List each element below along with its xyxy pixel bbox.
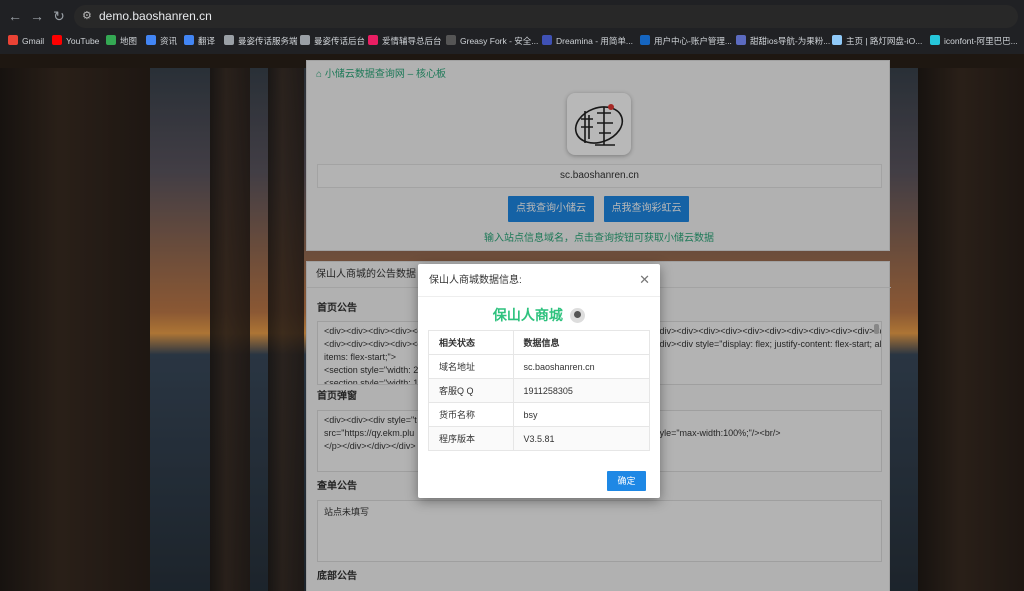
bookmark-label: YouTube <box>66 36 100 46</box>
bookmark-item[interactable]: 曼姿传话后台 <box>300 33 365 49</box>
column-header: 相关状态 <box>428 330 514 355</box>
row-label: 客服Q Q <box>428 378 514 403</box>
bookmark-favicon-icon <box>930 35 940 45</box>
address-row: ← → ↻ ⚙ demo.baoshanren.cn <box>0 2 1024 29</box>
bookmark-item[interactable]: YouTube <box>52 33 99 49</box>
bookmark-label: 主页 | 路灯网盘-iO... <box>846 36 923 46</box>
bookmark-label: 爱情辅导总后台 <box>382 36 442 46</box>
bookmark-label: 资讯 <box>160 36 178 46</box>
bookmark-favicon-icon <box>8 35 18 45</box>
table-row: 程序版本 V3.5.81 <box>428 426 651 451</box>
bookmark-favicon-icon <box>368 35 378 45</box>
bookmark-item[interactable]: 资讯 <box>146 33 177 49</box>
bookmark-label: Gmail <box>22 36 45 46</box>
bookmark-label: iconfont-阿里巴巴... <box>944 36 1018 46</box>
bookmark-favicon-icon <box>106 35 116 45</box>
column-header: 数据信息 <box>512 330 651 355</box>
bookmark-favicon-icon <box>184 35 194 45</box>
row-value: bsy <box>512 402 651 427</box>
table-row: 客服Q Q 1911258305 <box>428 378 651 403</box>
address-bar[interactable]: ⚙ demo.baoshanren.cn <box>74 5 1018 28</box>
store-heading: 保山人商城 <box>418 306 660 324</box>
bookmark-favicon-icon <box>736 35 746 45</box>
bookmark-label: 曼姿传话服务端 <box>238 36 298 46</box>
row-value: 1911258305 <box>512 378 651 403</box>
bookmarks-bar: Gmail YouTube 地图 资讯 翻译 曼姿传话服务端 曼姿传话后台 爱情辅导总后台 Gr… <box>0 30 1024 52</box>
back-arrow-icon[interactable]: ← <box>6 7 24 25</box>
table-header-row: 相关状态 数据信息 <box>428 330 651 355</box>
bookmark-favicon-icon <box>146 35 156 45</box>
table-row: 货币名称 bsy <box>428 402 651 427</box>
bookmark-item[interactable]: Dreamina - 用简单... <box>542 33 633 49</box>
bookmark-favicon-icon <box>832 35 842 45</box>
bookmark-item[interactable]: Greasy Fork - 安全... <box>446 33 538 49</box>
row-value: sc.baoshanren.cn <box>512 354 651 379</box>
bookmark-favicon-icon <box>640 35 650 45</box>
site-info-icon[interactable]: ⚙ <box>82 10 95 23</box>
row-value: V3.5.81 <box>512 426 651 451</box>
browser-chrome: ← → ↻ ⚙ demo.baoshanren.cn Gmail YouTube 地… <box>0 0 1024 54</box>
bookmark-label: 地图 <box>120 36 138 46</box>
url-text[interactable]: demo.baoshanren.cn <box>99 9 212 24</box>
row-label: 程序版本 <box>428 426 514 451</box>
bookmark-favicon-icon <box>224 35 234 45</box>
close-icon[interactable]: ✕ <box>639 273 650 287</box>
bookmark-item[interactable]: 地图 <box>106 33 137 49</box>
store-name: 保山人商城 <box>492 307 563 323</box>
bookmark-item[interactable]: Gmail <box>8 33 44 49</box>
bookmark-item[interactable]: 曼姿传话服务端 <box>224 33 298 49</box>
bookmark-favicon-icon <box>52 35 62 45</box>
store-info-modal: 保山人商城数据信息: ✕ 保山人商城 相关状态 数据信息 域名地址 sc.bao… <box>418 264 660 498</box>
avatar <box>570 307 586 323</box>
reload-icon[interactable]: ↻ <box>50 7 68 25</box>
table-row: 域名地址 sc.baoshanren.cn <box>428 354 651 379</box>
bookmark-label: Greasy Fork - 安全... <box>460 36 539 46</box>
confirm-button[interactable]: 确定 <box>607 471 646 491</box>
bookmark-label: 用户中心-账户管理... <box>654 36 732 46</box>
forward-arrow-icon[interactable]: → <box>28 7 46 25</box>
bookmark-label: 曼姿传话后台 <box>314 36 366 46</box>
bookmark-favicon-icon <box>542 35 552 45</box>
bookmark-item[interactable]: 翻译 <box>184 33 215 49</box>
bookmark-item[interactable]: 主页 | 路灯网盘-iO... <box>832 33 922 49</box>
modal-header: 保山人商城数据信息: ✕ <box>418 264 660 297</box>
bookmark-favicon-icon <box>300 35 310 45</box>
modal-title: 保山人商城数据信息: <box>429 275 522 286</box>
row-label: 域名地址 <box>428 354 514 379</box>
bookmark-item[interactable]: 甜甜ios导航-为果粉... <box>736 33 830 49</box>
bookmark-item[interactable]: 爱情辅导总后台 <box>368 33 442 49</box>
bookmark-favicon-icon <box>446 35 456 45</box>
bookmark-label: 翻译 <box>198 36 216 46</box>
bookmark-item[interactable]: 用户中心-账户管理... <box>640 33 732 49</box>
bookmark-item[interactable]: iconfont-阿里巴巴... <box>930 33 1018 49</box>
row-label: 货币名称 <box>428 402 514 427</box>
bookmark-label: Dreamina - 用简单... <box>556 36 633 46</box>
bookmark-label: 甜甜ios导航-为果粉... <box>750 36 831 46</box>
store-info-table: 相关状态 数据信息 域名地址 sc.baoshanren.cn 客服Q Q 19… <box>428 330 651 451</box>
